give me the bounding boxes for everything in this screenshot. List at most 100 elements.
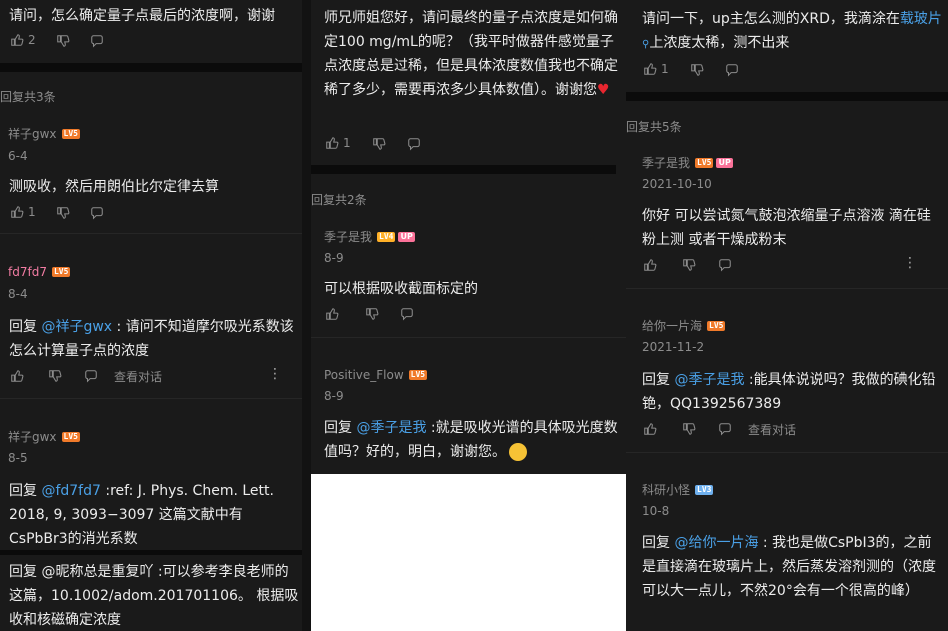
username[interactable]: Positive_Flow	[324, 368, 404, 382]
reply-text: 回复 @季子是我 :就是吸收光谱的具体吸光度数值吗？好的，明白，谢谢您。	[324, 420, 618, 461]
reply-header: 祥子gwx LV5	[8, 123, 80, 142]
reply-date: 6-4	[8, 149, 28, 163]
level-badge: LV3	[695, 484, 714, 495]
more-vertical-icon[interactable]: ⋮	[268, 367, 282, 381]
comment-bubble-icon[interactable]	[407, 137, 421, 151]
reply-date: 2021-10-10	[642, 177, 712, 191]
level-badge: LV5	[51, 266, 71, 277]
separator	[626, 288, 948, 289]
separator	[626, 452, 948, 453]
thumb-up-icon[interactable]	[643, 422, 657, 436]
more-vertical-icon[interactable]: ⋮	[903, 256, 917, 270]
thumb-down-icon[interactable]	[48, 369, 62, 383]
divider	[626, 92, 948, 101]
reply-header: Positive_Flow LV5	[324, 364, 428, 383]
reply-date: 8-9	[324, 389, 344, 403]
like-count: 1	[28, 205, 36, 219]
level-badge: LV5	[707, 320, 726, 331]
level-badge: LV5	[61, 128, 80, 139]
thumb-down-icon[interactable]	[682, 422, 696, 436]
comment-bubble-icon[interactable]	[725, 63, 739, 77]
reply-text: 回复 @季子是我 :能具体说说吗？我做的碘化铅铯，QQ1392567389	[642, 372, 936, 412]
comment-bubble-icon[interactable]	[90, 34, 104, 48]
reply-date: 8-4	[8, 287, 28, 301]
thumb-up-icon[interactable]	[10, 369, 24, 383]
reply-text: 回复 @昵称总是重复吖 :可以参考李良老师的这篇，10.1002/adom.20…	[9, 564, 299, 628]
mention-link[interactable]: @给你一片海	[674, 535, 758, 551]
top-comment-text: 师兄师姐您好，请问最终的量子点浓度是如何确定100 mg/mL的呢？（我平时做器…	[324, 10, 618, 98]
separator	[0, 233, 302, 234]
heart-emoji-icon: ♥	[597, 82, 610, 98]
thumb-up-icon[interactable]	[10, 205, 24, 219]
reply-header: 季子是我 LV4 UP	[324, 226, 415, 245]
up-badge: UP	[716, 157, 733, 168]
up-badge: UP	[398, 231, 415, 242]
username[interactable]: 给你一片海	[642, 319, 702, 333]
thumb-up-icon[interactable]	[10, 33, 24, 47]
reply-date: 8-9	[324, 251, 344, 265]
reply-header: 季子是我 LV5 UP	[642, 152, 733, 171]
comment-bubble-icon[interactable]	[400, 307, 414, 321]
reply-total: 回复共2条	[311, 193, 367, 207]
like-count: 1	[661, 62, 669, 76]
level-badge: LV5	[408, 369, 428, 380]
thumb-up-icon[interactable]	[325, 136, 339, 150]
level-badge: LV5	[695, 157, 714, 168]
comment-bubble-icon[interactable]	[84, 369, 98, 383]
level-badge: LV5	[61, 431, 80, 442]
divider	[0, 63, 302, 72]
reply-date: 8-5	[8, 451, 28, 465]
username[interactable]: 季子是我	[642, 156, 690, 170]
reply-text: 回复 @给你一片海 : 我也是做CsPbI3的，之前是直接滴在玻璃片上，然后蒸发…	[642, 535, 936, 599]
reply-header: 给你一片海 LV5	[642, 315, 726, 334]
reply-total: 回复共5条	[626, 120, 682, 134]
thumb-up-icon[interactable]	[643, 62, 657, 76]
username[interactable]: 祥子gwx	[8, 430, 57, 444]
blank-area	[311, 474, 626, 631]
thumb-up-icon[interactable]	[643, 258, 657, 272]
mention-link[interactable]: @fd7fd7	[41, 483, 100, 499]
comment-bubble-icon[interactable]	[90, 206, 104, 220]
reply-text: 回复 @祥子gwx : 请问不知道摩尔吸光系数该怎么计算量子点的浓度	[9, 319, 294, 359]
laughing-emoji-icon	[509, 443, 527, 461]
reply-total: 回复共3条	[0, 90, 56, 104]
reply-text: 可以根据吸收截面标定的	[324, 281, 478, 297]
comment-bubble-icon[interactable]	[718, 422, 732, 436]
top-comment-text: 请问一下，up主怎么测的XRD，我滴涂在载玻片⚲上浓度太稀，测不出来	[642, 11, 942, 51]
reply-text: 你好 可以尝试氮气鼓泡浓缩量子点溶液 滴在硅粉上测 或者干燥成粉末	[642, 208, 931, 248]
thumb-down-icon[interactable]	[682, 258, 696, 272]
username[interactable]: fd7fd7	[8, 265, 47, 279]
reply-header: fd7fd7 LV5	[8, 261, 71, 280]
mention-link[interactable]: @祥子gwx	[41, 319, 112, 335]
divider	[0, 550, 302, 555]
comment-panel-right: 请问一下，up主怎么测的XRD，我滴涂在载玻片⚲上浓度太稀，测不出来 1 回复共…	[626, 0, 948, 631]
mention-link[interactable]: @季子是我	[674, 372, 744, 388]
reply-text: 回复 @fd7fd7 :ref: J. Phys. Chem. Lett. 20…	[9, 483, 274, 547]
username[interactable]: 祥子gwx	[8, 127, 57, 141]
divider	[311, 165, 616, 174]
reply-header: 科研小怪 LV3	[642, 479, 714, 498]
separator	[311, 337, 626, 338]
like-count: 1	[343, 136, 351, 150]
thumb-down-icon[interactable]	[372, 137, 386, 151]
thumb-down-icon[interactable]	[56, 206, 70, 220]
username[interactable]: 科研小怪	[642, 483, 690, 497]
top-comment-text: 请问，怎么确定量子点最后的浓度啊，谢谢	[9, 8, 275, 24]
thumb-down-icon[interactable]	[365, 307, 379, 321]
reply-date: 10-8	[642, 504, 670, 518]
reply-header: 祥子gwx LV5	[8, 426, 80, 445]
separator	[0, 398, 302, 399]
mention-link[interactable]: @季子是我	[356, 420, 426, 436]
keyword-link[interactable]: 载玻片	[900, 11, 942, 27]
view-dialog-link[interactable]: 查看对话	[114, 368, 162, 385]
comment-bubble-icon[interactable]	[718, 258, 732, 272]
thumb-up-icon[interactable]	[325, 307, 339, 321]
username[interactable]: 季子是我	[324, 230, 372, 244]
view-dialog-link[interactable]: 查看对话	[748, 421, 796, 438]
thumb-down-icon[interactable]	[56, 34, 70, 48]
comment-panel-left: 请问，怎么确定量子点最后的浓度啊，谢谢 2 回复共3条 祥子gwx LV5 6-4…	[0, 0, 302, 631]
like-count: 2	[28, 33, 36, 47]
level-badge: LV4	[377, 231, 396, 242]
reply-date: 2021-11-2	[642, 340, 705, 354]
thumb-down-icon[interactable]	[690, 63, 704, 77]
